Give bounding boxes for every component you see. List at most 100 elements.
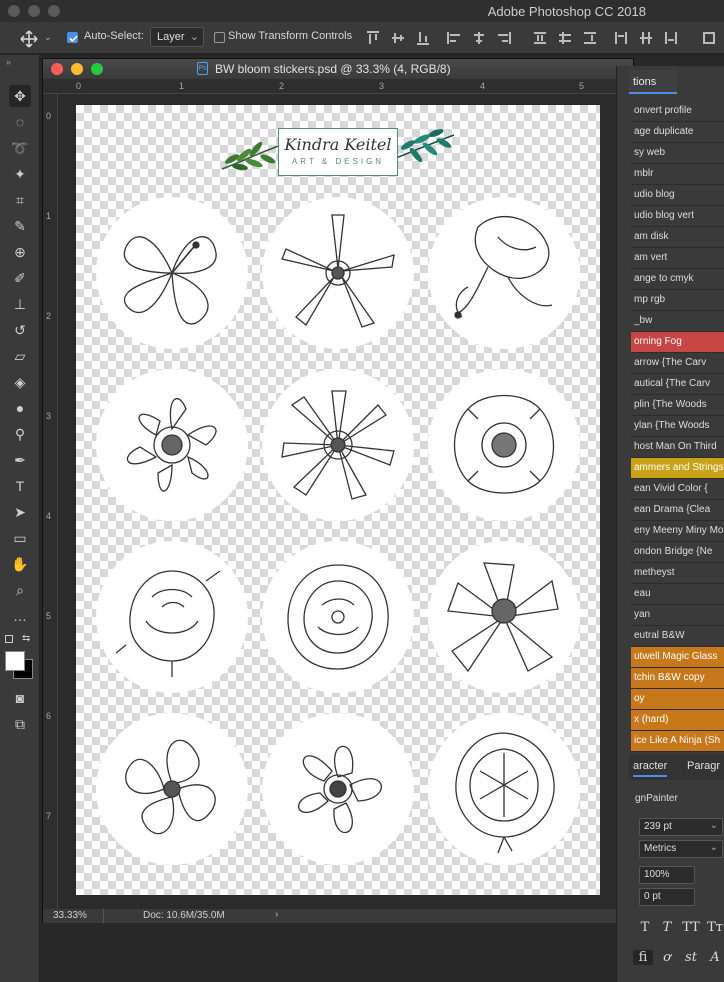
more-tools-icon[interactable]: …: [9, 605, 31, 627]
magic-wand-tool-icon[interactable]: ✦: [9, 163, 31, 185]
ligatures-button[interactable]: fi: [633, 950, 653, 965]
minimize-document-button[interactable]: [71, 63, 83, 75]
action-item[interactable]: am disk: [631, 227, 724, 248]
align-hcenter-icon[interactable]: [472, 31, 486, 45]
eyedropper-tool-icon[interactable]: ✎: [9, 215, 31, 237]
collapse-panel-icon[interactable]: »: [6, 57, 11, 67]
action-item[interactable]: ylan {The Woods: [631, 416, 724, 437]
zoom-window-button[interactable]: [48, 5, 60, 17]
default-colors-icon[interactable]: [5, 635, 13, 643]
action-item[interactable]: ondon Bridge {Ne: [631, 542, 724, 563]
align-left-icon[interactable]: [447, 31, 461, 45]
rectangle-tool-icon[interactable]: ▭: [9, 527, 31, 549]
action-item[interactable]: ammers and Strings: [631, 458, 724, 479]
faux-bold-button[interactable]: T: [635, 920, 655, 935]
action-item[interactable]: eny Meeny Miny Mo: [631, 521, 724, 542]
move-tool-icon[interactable]: [20, 30, 38, 48]
align-vcenter-icon[interactable]: [391, 31, 405, 45]
align-bottom-icon[interactable]: [416, 31, 430, 45]
zoom-document-button[interactable]: [91, 63, 103, 75]
action-item[interactable]: _bw: [631, 311, 724, 332]
action-item[interactable]: mp rgb: [631, 290, 724, 311]
foreground-color-swatch[interactable]: [5, 651, 25, 671]
blur-tool-icon[interactable]: ●: [9, 397, 31, 419]
action-item[interactable]: tchin B&W copy: [631, 668, 724, 689]
all-caps-button[interactable]: TT: [681, 920, 701, 935]
action-item[interactable]: orning Fog: [631, 332, 724, 353]
action-item[interactable]: host Man On Third: [631, 437, 724, 458]
action-item[interactable]: age duplicate: [631, 122, 724, 143]
action-item[interactable]: yan: [631, 605, 724, 626]
flower-sticker-ranunculus[interactable]: [262, 541, 414, 693]
distribute-right-icon[interactable]: [664, 31, 678, 45]
marquee-tool-icon[interactable]: ◌: [9, 111, 31, 133]
action-item[interactable]: arrow {The Carv: [631, 353, 724, 374]
action-item[interactable]: udio blog vert: [631, 206, 724, 227]
flower-sticker-poppy[interactable]: [96, 713, 248, 865]
action-item[interactable]: oy: [631, 689, 724, 710]
zoom-tool-icon[interactable]: ⌕: [9, 579, 31, 601]
distribute-top-icon[interactable]: [533, 31, 547, 45]
flower-sticker-dahlia[interactable]: [262, 369, 414, 521]
clone-stamp-tool-icon[interactable]: ⊥: [9, 293, 31, 315]
quick-mask-icon[interactable]: ◙: [9, 687, 31, 709]
font-size-field[interactable]: 239 pt ⌄: [639, 818, 723, 836]
align-top-icon[interactable]: [366, 31, 380, 45]
auto-select-target-select[interactable]: Layer ⌄: [150, 27, 204, 47]
distribute-vcenter-icon[interactable]: [558, 31, 572, 45]
faux-italic-button[interactable]: T: [657, 920, 677, 935]
flower-sticker-anemone[interactable]: [262, 713, 414, 865]
flower-sticker-peony[interactable]: [96, 541, 248, 693]
stylistic-alternates-button[interactable]: st: [681, 950, 701, 965]
healing-brush-tool-icon[interactable]: ⊕: [9, 241, 31, 263]
align-right-icon[interactable]: [497, 31, 511, 45]
flower-sticker-carnation[interactable]: [428, 713, 580, 865]
vertical-scale-field[interactable]: 100%: [639, 866, 695, 884]
action-item[interactable]: metheyst: [631, 563, 724, 584]
flower-sticker-scabiosa[interactable]: [428, 369, 580, 521]
show-transform-checkbox[interactable]: [214, 32, 225, 43]
action-item[interactable]: ice Like A Ninja (Sh: [631, 731, 724, 752]
eraser-tool-icon[interactable]: ▱: [9, 345, 31, 367]
action-item[interactable]: onvert profile: [631, 101, 724, 122]
horizontal-ruler[interactable]: 0 1 2 3 4 5: [43, 79, 633, 94]
action-item[interactable]: udio blog: [631, 185, 724, 206]
vertical-ruler[interactable]: 0 1 2 3 4 5 6 7: [43, 94, 58, 909]
tab-character[interactable]: aracter: [633, 760, 668, 777]
small-caps-button[interactable]: Tт: [705, 920, 724, 935]
doc-size-info[interactable]: Doc: 10.6M/35.0M: [143, 910, 225, 921]
swash-button[interactable]: A: [705, 950, 724, 965]
distribute-bottom-icon[interactable]: [583, 31, 597, 45]
artboard[interactable]: Kindra Keitel ART & DESIGN: [76, 105, 600, 895]
action-item[interactable]: autical {The Carv: [631, 374, 724, 395]
type-tool-icon[interactable]: T: [9, 475, 31, 497]
action-item[interactable]: ean Drama {Clea: [631, 500, 724, 521]
tab-paragraph[interactable]: Paragr: [687, 760, 720, 772]
canvas-area[interactable]: Kindra Keitel ART & DESIGN: [58, 94, 632, 909]
action-item[interactable]: ange to cmyk: [631, 269, 724, 290]
move-tool-icon[interactable]: ✥: [9, 85, 31, 107]
flower-sticker-cosmos[interactable]: [428, 541, 580, 693]
action-item[interactable]: eutral B&W: [631, 626, 724, 647]
pen-tool-icon[interactable]: ✒: [9, 449, 31, 471]
action-item[interactable]: plin {The Woods: [631, 395, 724, 416]
flower-sticker-hibiscus[interactable]: [96, 197, 248, 349]
flower-sticker-clematis[interactable]: [262, 197, 414, 349]
crop-tool-icon[interactable]: ⌗: [9, 189, 31, 211]
close-window-button[interactable]: [8, 5, 20, 17]
minimize-window-button[interactable]: [28, 5, 40, 17]
paint-bucket-tool-icon[interactable]: ◈: [9, 371, 31, 393]
zoom-level[interactable]: 33.33%: [53, 910, 87, 921]
action-item[interactable]: mblr: [631, 164, 724, 185]
action-item[interactable]: eau: [631, 584, 724, 605]
old-style-button[interactable]: ơ: [657, 950, 677, 965]
tool-preset-chevron-icon[interactable]: ⌄: [44, 32, 52, 43]
auto-select-checkbox[interactable]: [67, 32, 78, 43]
auto-align-icon[interactable]: [702, 31, 716, 45]
flower-sticker-fuchsia[interactable]: [428, 197, 580, 349]
screen-mode-icon[interactable]: ⧉: [9, 713, 31, 735]
swap-colors-icon[interactable]: ⇆: [22, 633, 30, 644]
close-document-button[interactable]: [51, 63, 63, 75]
font-family-value[interactable]: gnPainter: [635, 793, 678, 804]
baseline-shift-field[interactable]: 0 pt: [639, 888, 695, 906]
